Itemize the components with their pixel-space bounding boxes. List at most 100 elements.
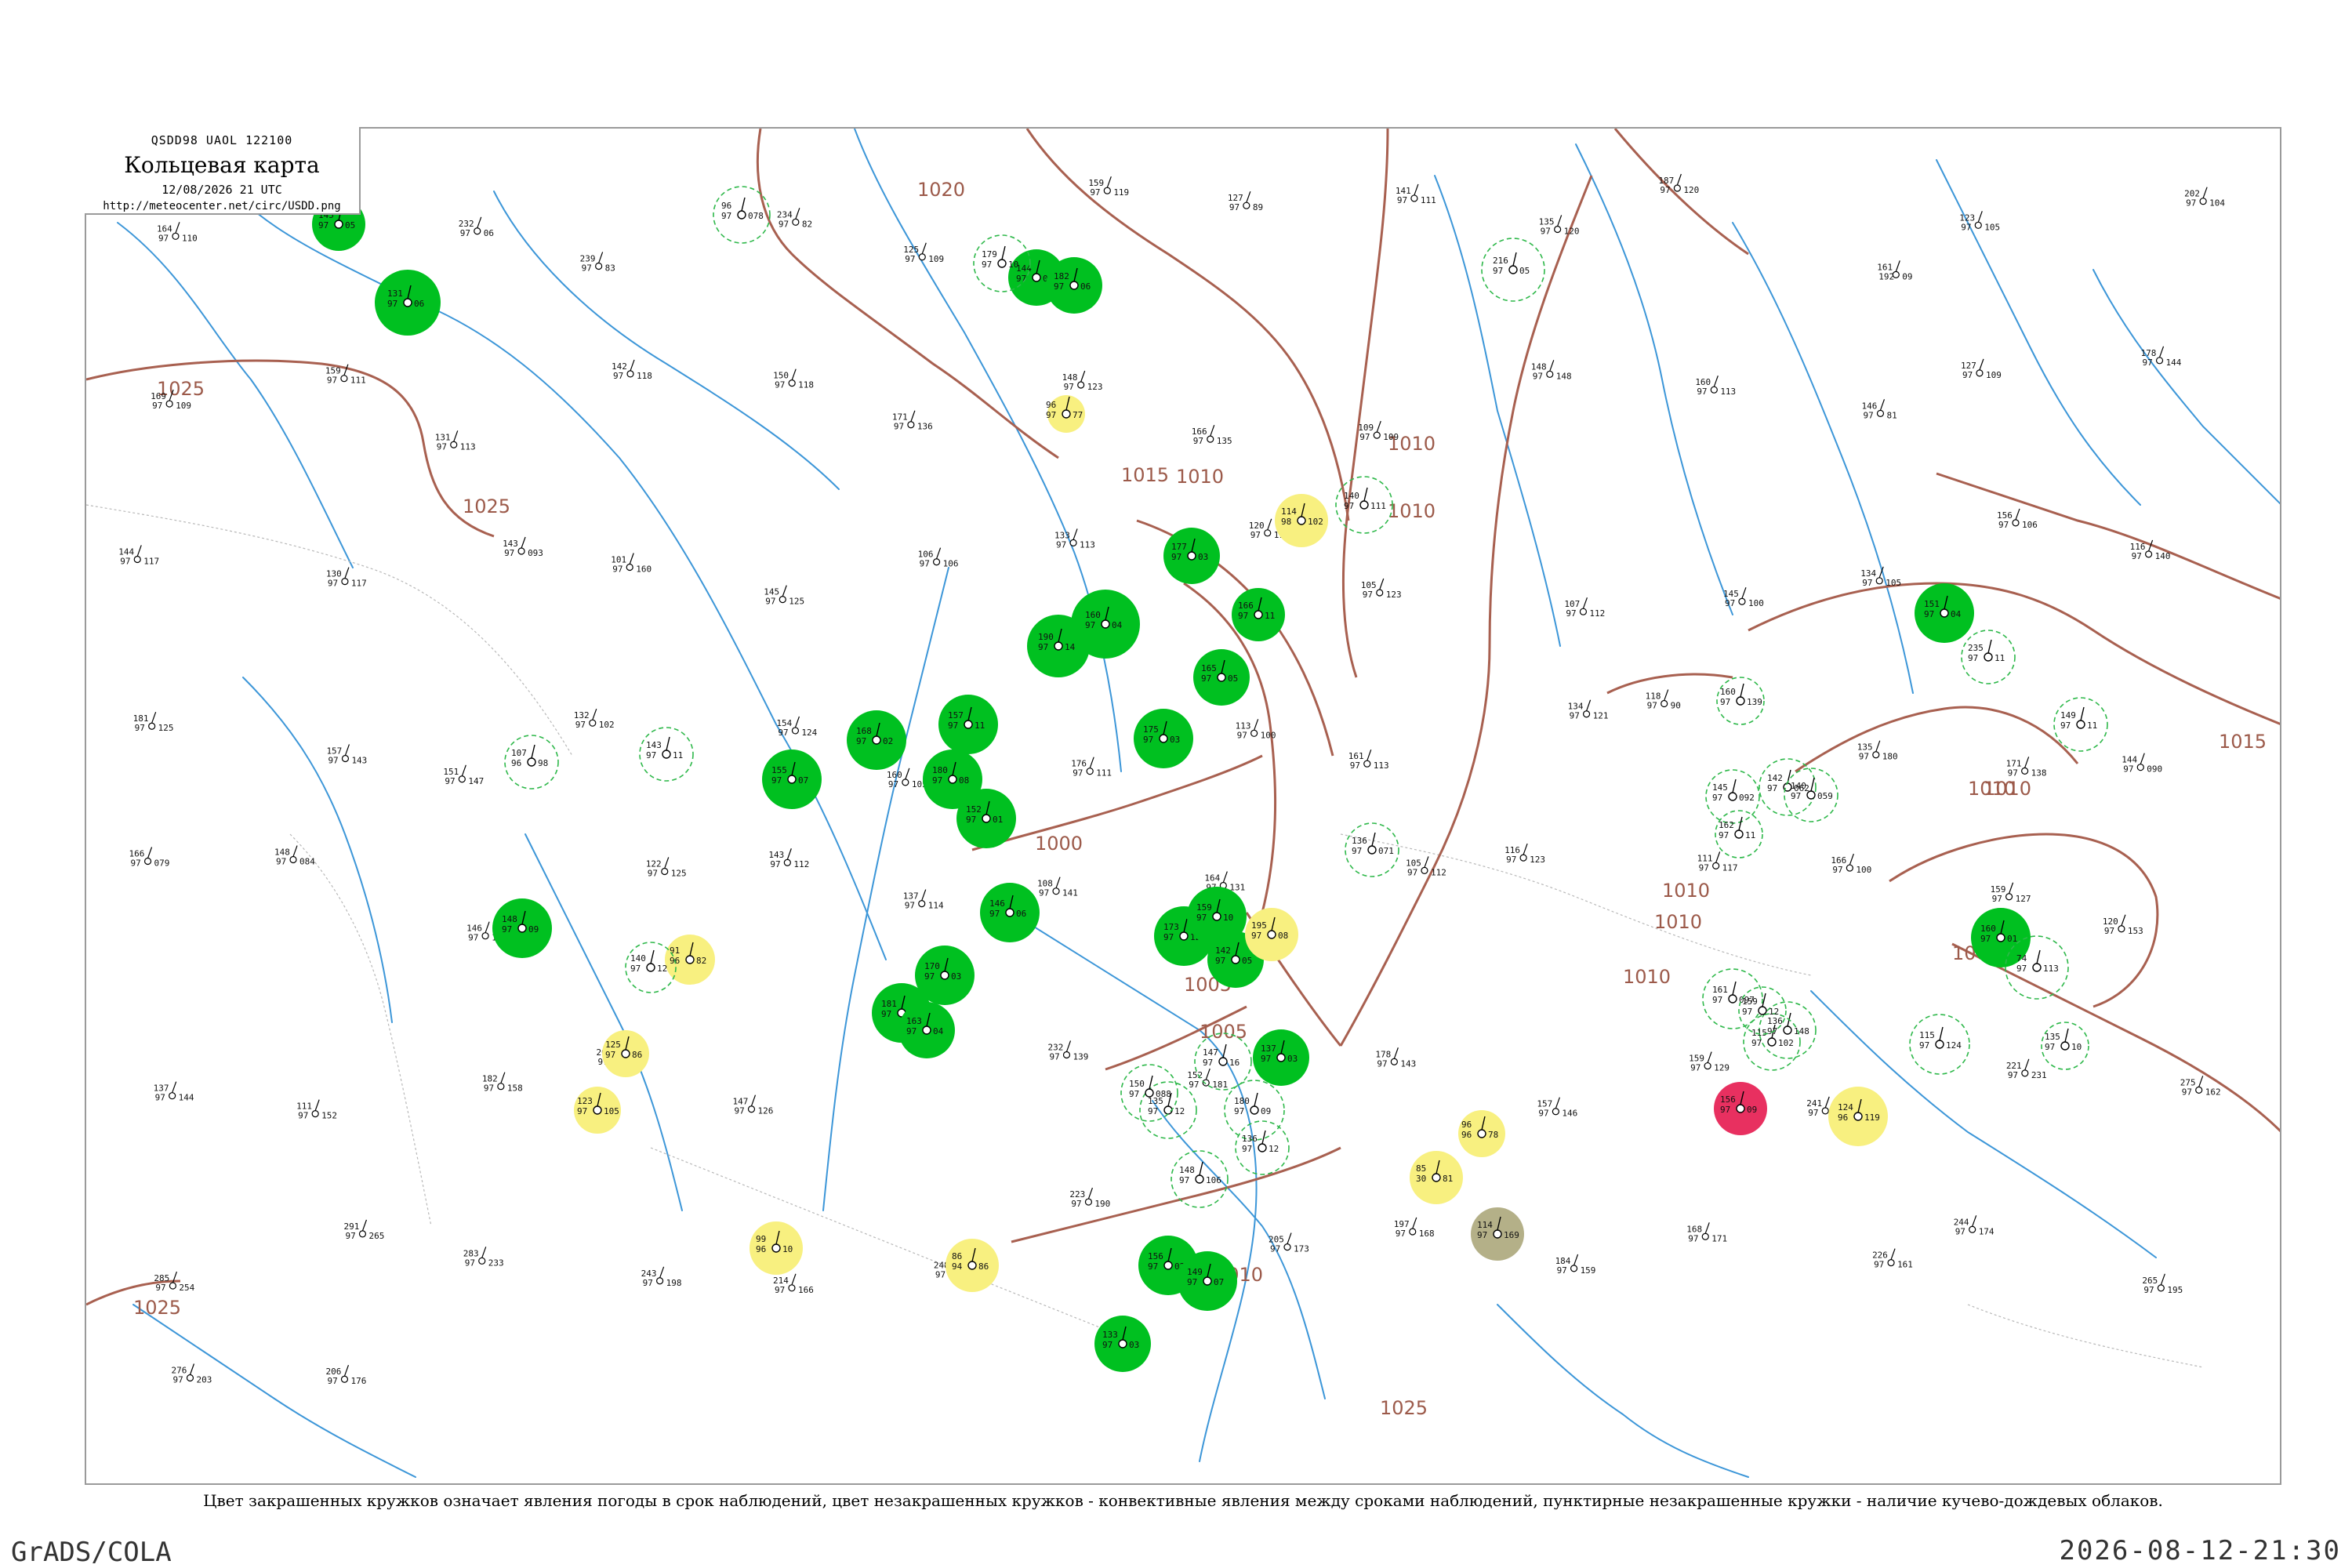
station-marker[interactable]: 8694 86 <box>946 1239 999 1292</box>
station-marker[interactable]: 15797 11 <box>938 695 998 754</box>
station-marker[interactable]: 11497 169 <box>1471 1207 1524 1261</box>
station-report[interactable]: 15997 119 <box>1088 176 1129 198</box>
station-report[interactable]: 15997 127 <box>1991 882 2031 904</box>
station-report[interactable]: 12797 109 <box>1961 358 2002 380</box>
station-report[interactable]: 18197 125 <box>133 712 174 733</box>
station-marker[interactable]: 9696 78 <box>1458 1110 1505 1157</box>
station-marker[interactable]: 9196 82 <box>665 935 715 985</box>
station-report[interactable]: 18297 158 <box>482 1072 523 1094</box>
station-report[interactable]: 10797 112 <box>1564 597 1605 619</box>
station-report[interactable]: 13497 105 <box>1860 566 1901 588</box>
station-marker[interactable]: 14997 07 <box>1178 1251 1237 1311</box>
station-report[interactable]: 10597 123 <box>1361 578 1402 600</box>
station-report[interactable]: 15797 143 <box>326 744 367 765</box>
station-report[interactable]: 12297 125 <box>646 857 687 878</box>
station-report[interactable]: 14897 123 <box>1062 370 1103 392</box>
station-report[interactable]: 15997 129 <box>1689 1051 1730 1073</box>
station-marker[interactable]: 9996 10 <box>750 1221 803 1275</box>
station-marker[interactable]: 18097 09 <box>1224 1080 1285 1141</box>
station-report[interactable]: 13197 113 <box>435 430 476 452</box>
station-report[interactable]: 13597 120 <box>1539 215 1580 236</box>
station-report[interactable]: 11197 117 <box>1697 851 1738 873</box>
station-report[interactable]: 15197 147 <box>443 764 484 786</box>
station-report[interactable]: 12097 153 <box>2103 914 2143 936</box>
station-report[interactable]: 16197 113 <box>1348 749 1389 771</box>
station-report[interactable]: 13797 144 <box>154 1081 194 1103</box>
station-report[interactable]: 12397 105 <box>1959 211 2000 232</box>
station-report[interactable]: 20597 173 <box>1269 1232 1309 1254</box>
station-report[interactable]: 14297 118 <box>612 359 652 381</box>
station-marker[interactable]: 13697 071 <box>1345 822 1399 877</box>
station-marker[interactable]: 19097 14 <box>1027 615 1090 677</box>
station-report[interactable]: 23297 139 <box>1047 1040 1088 1062</box>
station-report[interactable]: 10597 112 <box>1406 856 1446 877</box>
station-marker[interactable]: 15297 01 <box>956 789 1016 848</box>
station-report[interactable]: 12797 89 <box>1228 191 1263 212</box>
station-marker[interactable]: 11498 102 <box>1275 494 1328 547</box>
station-marker[interactable]: 16597 05 <box>1193 649 1250 706</box>
station-marker[interactable]: 14897 106 <box>1171 1150 1229 1208</box>
station-report[interactable]: 16497 110 <box>157 222 198 243</box>
station-marker[interactable]: 12496 119 <box>1828 1087 1888 1146</box>
source-url[interactable]: http://meteocenter.net/circ/USDD.png <box>85 200 359 212</box>
station-marker[interactable]: 14097 059 <box>1784 768 1838 822</box>
station-marker[interactable]: 14097 111 <box>1335 476 1393 534</box>
station-marker[interactable]: 14997 11 <box>2053 697 2108 752</box>
station-marker[interactable]: 13797 03 <box>1253 1029 1309 1086</box>
station-marker[interactable]: 13397 03 <box>1094 1316 1151 1372</box>
station-marker[interactable]: 13697 12 <box>1235 1120 1290 1175</box>
station-report[interactable]: 20297 104 <box>2184 187 2225 209</box>
station-report[interactable]: 13397 113 <box>1054 528 1095 550</box>
station-report[interactable]: 15097 118 <box>773 368 814 390</box>
station-report[interactable]: 11197 152 <box>296 1099 337 1121</box>
station-report[interactable]: 14897 084 <box>274 845 315 867</box>
station-marker[interactable]: 16297 11 <box>1715 810 1763 858</box>
station-marker[interactable]: 13597 10 <box>2041 1022 2089 1070</box>
station-report[interactable]: 17197 136 <box>892 410 933 432</box>
station-report[interactable]: 11697 123 <box>1504 843 1545 865</box>
station-report[interactable]: 20697 176 <box>325 1365 366 1386</box>
station-report[interactable]: 27697 203 <box>171 1363 212 1385</box>
station-report[interactable]: 29197 265 <box>343 1219 384 1241</box>
station-report[interactable]: 23297 06 <box>459 216 494 238</box>
station-marker[interactable]: 12397 105 <box>574 1087 621 1134</box>
station-report[interactable]: 13497 121 <box>1568 699 1609 721</box>
station-marker[interactable]: 16097 139 <box>1716 677 1765 725</box>
station-report[interactable]: 22697 161 <box>1872 1248 1913 1270</box>
station-report[interactable]: 14797 126 <box>732 1094 773 1116</box>
station-marker[interactable]: 14397 11 <box>639 727 694 782</box>
station-report[interactable]: 13097 117 <box>326 567 367 589</box>
station-report[interactable]: 161192 09 <box>1877 260 1913 281</box>
station-marker[interactable]: 13697 148 <box>1759 1001 1817 1059</box>
station-marker[interactable]: 15197 04 <box>1915 583 1974 643</box>
station-marker[interactable]: 18297 06 <box>1046 257 1102 314</box>
station-marker[interactable]: 13197 06 <box>375 270 441 336</box>
station-report[interactable]: 14497 117 <box>118 545 159 566</box>
station-marker[interactable]: 17797 03 <box>1163 528 1220 584</box>
station-report[interactable]: 19797 168 <box>1394 1217 1435 1239</box>
station-report[interactable]: 14597 125 <box>764 585 804 607</box>
station-report[interactable]: 11897 90 <box>1646 689 1681 711</box>
station-report[interactable]: 22397 190 <box>1069 1187 1110 1209</box>
station-report[interactable]: 22197 231 <box>2006 1058 2047 1080</box>
station-report[interactable]: 16097 105 <box>887 768 927 789</box>
station-report[interactable]: 16697 079 <box>129 847 170 868</box>
station-report[interactable]: 18497 159 <box>1555 1254 1596 1276</box>
station-report[interactable]: 16697 100 <box>1831 853 1871 875</box>
station-report[interactable]: 15697 106 <box>1997 508 2038 530</box>
station-report[interactable]: 28397 233 <box>463 1247 504 1268</box>
station-report[interactable]: 14397 093 <box>503 536 543 558</box>
station-report[interactable]: 26597 195 <box>2142 1273 2183 1295</box>
station-report[interactable]: 24497 174 <box>1954 1215 1994 1236</box>
station-report[interactable]: 10897 141 <box>1037 877 1078 898</box>
station-report[interactable]: 16697 135 <box>1192 424 1232 446</box>
station-report[interactable]: 14897 148 <box>1531 360 1572 381</box>
station-report[interactable]: 21497 166 <box>773 1273 814 1295</box>
station-marker[interactable]: 16697 11 <box>1232 588 1285 641</box>
station-report[interactable]: 17197 138 <box>2006 757 2047 778</box>
station-report[interactable]: 18797 120 <box>1658 173 1699 195</box>
station-marker[interactable]: 17597 03 <box>1134 709 1193 768</box>
station-report[interactable]: 15497 124 <box>776 716 818 738</box>
station-marker[interactable]: 23597 11 <box>1961 630 2016 684</box>
station-report[interactable]: 12597 109 <box>903 242 944 264</box>
